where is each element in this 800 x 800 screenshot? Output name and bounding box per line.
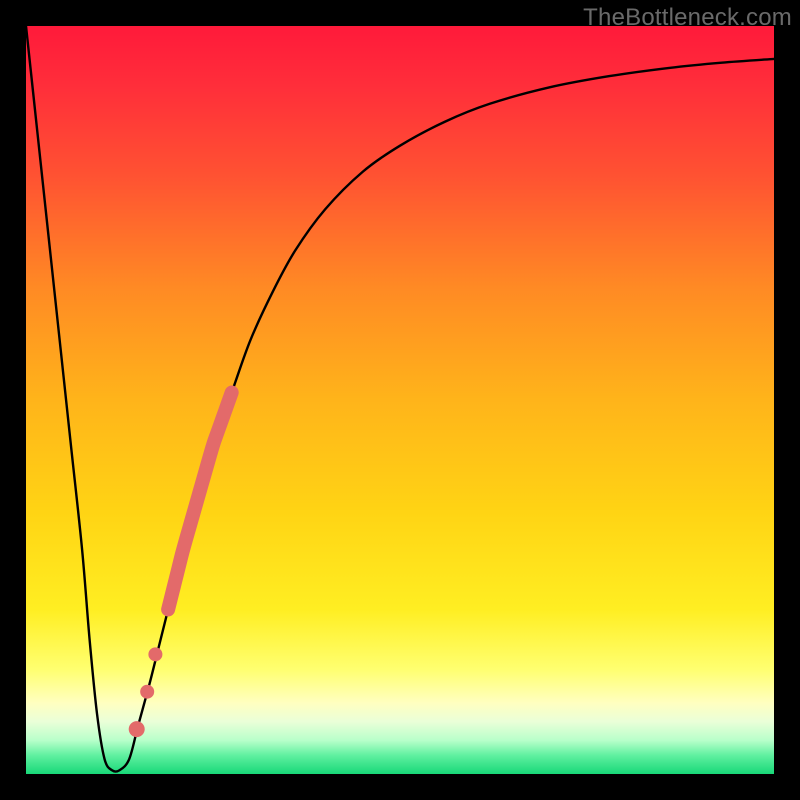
highlight-dot — [140, 685, 154, 699]
gradient-background — [26, 26, 774, 774]
plot-area — [26, 26, 774, 774]
watermark-text: TheBottleneck.com — [583, 4, 792, 32]
chart-frame: TheBottleneck.com — [0, 0, 800, 800]
highlight-dot — [148, 647, 162, 661]
bottleneck-chart — [26, 26, 774, 774]
highlight-dot — [129, 721, 145, 737]
